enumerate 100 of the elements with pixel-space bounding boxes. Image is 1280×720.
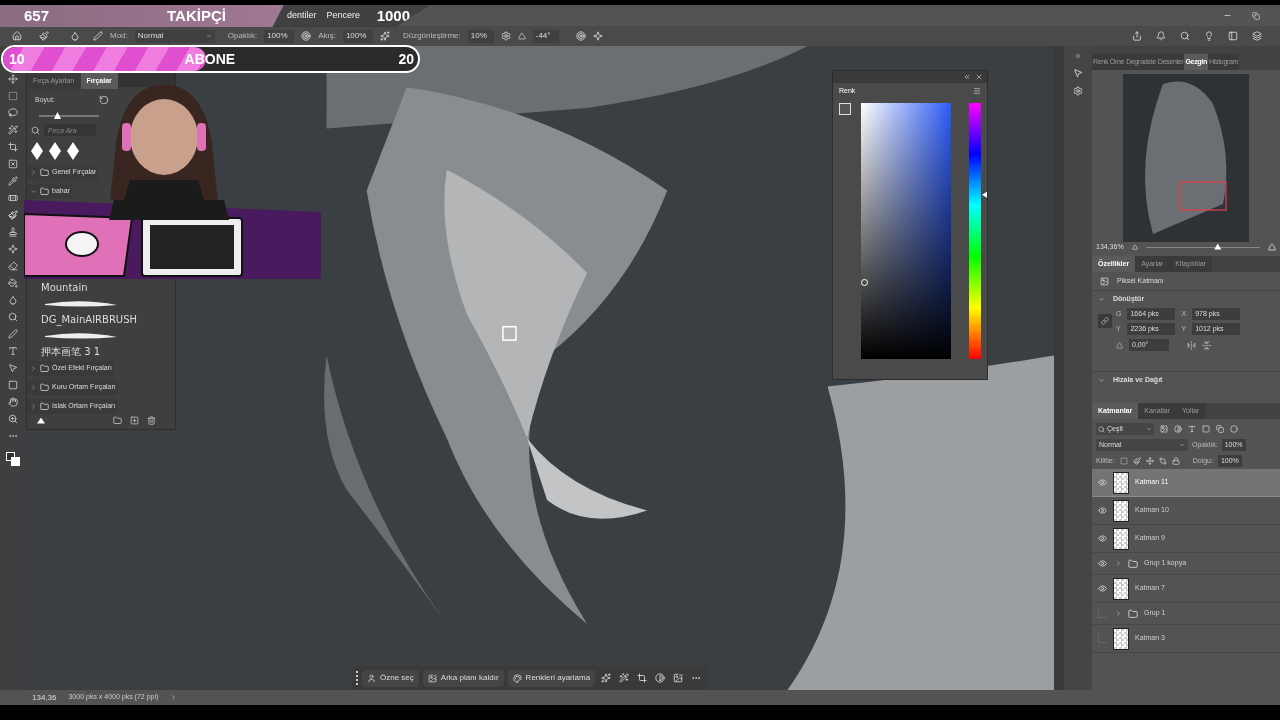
delete-icon[interactable]	[147, 416, 156, 425]
zoom-slider-thumb[interactable]	[1214, 243, 1222, 250]
tool-icon[interactable]	[8, 312, 18, 322]
brush-tip-icon[interactable]	[31, 142, 43, 160]
tool-icon[interactable]	[8, 278, 18, 288]
task-tool-icon[interactable]	[673, 673, 684, 683]
tool-icon[interactable]	[8, 74, 18, 84]
restore-icon[interactable]	[1252, 11, 1260, 20]
collapse-icon[interactable]	[1074, 52, 1082, 60]
workspace-icon[interactable]	[1228, 31, 1238, 41]
task-bar-button[interactable]: Arka planı kaldır	[422, 669, 504, 687]
task-tool-icon[interactable]	[601, 673, 612, 683]
filter-icon[interactable]	[1230, 425, 1238, 433]
reset-icon[interactable]	[98, 95, 109, 105]
lock-option-icon[interactable]	[1171, 457, 1180, 465]
lightbulb-icon[interactable]	[1204, 31, 1214, 41]
subscriber-count: 10	[9, 49, 25, 69]
search-icon[interactable]	[1180, 31, 1190, 41]
tool-icon[interactable]	[8, 414, 18, 424]
visibility-icon[interactable]	[1098, 534, 1107, 543]
chevron-right-icon[interactable]	[1115, 610, 1122, 617]
angle-field[interactable]: -44°	[532, 29, 559, 43]
follower-goal: 1000	[376, 5, 410, 26]
share-icon[interactable]	[1132, 31, 1142, 41]
tool-icon[interactable]	[8, 295, 18, 305]
tool-icon[interactable]	[8, 210, 18, 220]
close-icon[interactable]	[975, 73, 983, 81]
flip-vertical-icon[interactable]	[1202, 340, 1211, 350]
flip-horizontal-icon[interactable]	[1187, 340, 1196, 350]
tool-icon[interactable]	[8, 244, 18, 254]
new-brush-icon[interactable]	[130, 416, 139, 425]
link-toggle[interactable]	[1098, 314, 1112, 328]
tool-icon[interactable]	[8, 176, 18, 186]
menu-icon[interactable]	[973, 87, 981, 95]
brush-preset-name[interactable]: Mountain	[41, 281, 88, 295]
bell-icon[interactable]	[1156, 31, 1166, 41]
visibility-icon[interactable]	[1098, 478, 1107, 487]
tool-icon[interactable]	[8, 142, 18, 152]
brush-preset-name[interactable]: DG_MainAIRBRUSH	[41, 313, 138, 327]
tool-icon[interactable]	[8, 108, 18, 118]
search-icon[interactable]	[31, 125, 40, 135]
tool-icon[interactable]	[8, 397, 18, 407]
task-bar-button[interactable]: Özne seç	[362, 669, 419, 687]
filter-icon[interactable]	[1160, 425, 1168, 433]
tool-icon[interactable]	[8, 329, 18, 339]
collapse-icon[interactable]	[963, 73, 971, 81]
color-swatch-icon[interactable]	[839, 103, 851, 115]
task-bar-button[interactable]: Renkleri ayarlama	[507, 669, 596, 687]
panel-icon[interactable]	[1073, 86, 1083, 96]
filter-icon[interactable]	[1216, 425, 1224, 433]
new-folder-icon[interactable]	[113, 416, 122, 425]
lock-option-icon[interactable]	[1145, 457, 1154, 465]
hue-slider-marker[interactable]	[982, 191, 987, 198]
folder-icon	[1128, 558, 1138, 569]
opacity-field[interactable]: 100%	[264, 29, 295, 43]
task-tool-icon[interactable]	[619, 673, 630, 683]
lock-option-icon[interactable]	[1119, 457, 1128, 465]
size-slider-thumb[interactable]	[54, 112, 61, 119]
tool-icon[interactable]	[8, 261, 18, 271]
visibility-icon[interactable]	[1098, 506, 1107, 515]
menu-item[interactable]: Pencere	[326, 8, 361, 23]
settings-icon[interactable]	[500, 31, 511, 41]
flow-field[interactable]: 100%	[342, 29, 373, 43]
home-icon[interactable]	[12, 31, 22, 41]
filter-icon[interactable]	[1174, 425, 1182, 433]
zoom-level: 134,36	[32, 691, 57, 704]
smoothing-label: Düzgünleştirme:	[402, 30, 461, 42]
lock-option-icon[interactable]	[1132, 457, 1141, 465]
chevron-right-icon[interactable]	[1115, 560, 1122, 567]
menu-item[interactable]: dentiler	[287, 8, 317, 23]
preview-size-slider-icon[interactable]	[37, 417, 45, 424]
tool-icon[interactable]	[8, 159, 18, 169]
chevron-right-icon[interactable]	[170, 694, 178, 701]
panel-icon[interactable]	[1073, 68, 1083, 78]
person-icon	[367, 673, 376, 683]
lock-option-icon[interactable]	[1158, 457, 1167, 465]
mode-dropdown[interactable]: Normal	[134, 29, 215, 43]
tool-icon[interactable]	[8, 193, 18, 203]
tool-icon[interactable]	[8, 125, 18, 135]
drag-handle-icon[interactable]	[356, 671, 358, 685]
tool-icon[interactable]	[8, 346, 18, 356]
brush-icon[interactable]	[39, 31, 49, 41]
tool-icon[interactable]	[8, 91, 18, 101]
chevron-right-icon	[30, 365, 37, 372]
visibility-icon[interactable]	[1098, 584, 1107, 593]
color-field[interactable]	[861, 103, 951, 359]
smoothing-field[interactable]: 10%	[467, 29, 494, 43]
brush-preset-name[interactable]: 押本画笔 3 1	[41, 345, 101, 359]
chevron-down-icon	[1098, 296, 1105, 303]
tool-icon[interactable]	[8, 227, 18, 237]
chevron-right-icon	[30, 384, 37, 391]
filter-icon[interactable]	[1188, 425, 1196, 433]
vertical-scrollbar[interactable]	[1054, 46, 1064, 690]
visibility-icon[interactable]	[1098, 559, 1107, 568]
brush-tip-icon[interactable]	[49, 142, 61, 160]
brush-tip-icon[interactable]	[67, 142, 79, 160]
task-tool-icon[interactable]	[637, 673, 648, 683]
task-tool-icon[interactable]	[655, 673, 666, 683]
filter-icon[interactable]	[1202, 425, 1210, 433]
color-swatches-icon[interactable]	[6, 452, 20, 466]
